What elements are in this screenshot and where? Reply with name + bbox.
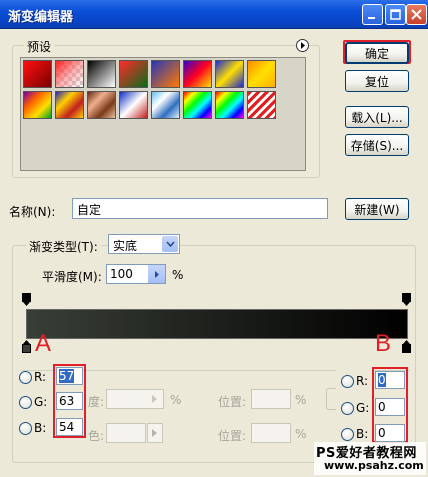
dropdown-arrow[interactable] — [162, 236, 178, 252]
gradient-type-label: 渐变类型(T): — [26, 238, 101, 255]
triangle-right-icon — [154, 270, 159, 278]
opacity-stop-icon — [22, 293, 31, 306]
watermark: PS爱好者教程网 www.psahz.com — [314, 442, 426, 475]
color-stop-icon — [22, 340, 31, 353]
b-label-right: B: — [356, 427, 369, 441]
r-radio-left[interactable] — [19, 371, 32, 384]
b-label-left: B: — [34, 421, 47, 435]
b-radio-right[interactable] — [341, 428, 354, 441]
r-value-right: 0 — [378, 373, 386, 387]
presets-menu-button[interactable] — [296, 39, 309, 52]
preset-swatch[interactable] — [215, 60, 244, 88]
minimize-icon — [368, 17, 375, 19]
opacity-location-percent: % — [295, 393, 307, 407]
name-input[interactable]: 自定 — [72, 198, 328, 219]
opacity-stop-right[interactable] — [402, 293, 412, 310]
color-stop-icon — [402, 340, 411, 353]
g-label-left: G: — [34, 395, 48, 409]
preset-swatch[interactable] — [55, 60, 84, 88]
triangle-right-icon — [301, 42, 305, 49]
opacity-percent: % — [170, 393, 182, 407]
preset-swatch[interactable] — [247, 91, 276, 119]
color-location-input — [251, 423, 291, 443]
maximize-button[interactable] — [385, 4, 406, 25]
g-radio-left[interactable] — [19, 396, 32, 409]
b-radio-left[interactable] — [19, 422, 32, 435]
triangle-right-icon — [152, 429, 157, 437]
b-input-right[interactable]: 0 — [375, 424, 405, 442]
r-label-right: R: — [356, 374, 369, 388]
new-button[interactable]: 新建(W) — [345, 198, 409, 220]
annotation-b: B — [375, 330, 392, 357]
close-icon — [411, 9, 422, 20]
maximize-icon — [390, 9, 401, 20]
color-location-label: 位置: — [218, 429, 247, 443]
opacity-stop-left[interactable] — [22, 293, 32, 310]
color-location-percent: % — [295, 427, 307, 441]
opacity-stop-icon — [402, 293, 411, 306]
reset-button[interactable]: 复位 — [345, 70, 409, 92]
opacity-input — [106, 389, 164, 409]
b-input-left[interactable]: 54 — [56, 418, 83, 436]
presets-panel — [20, 57, 306, 171]
annotation-a: A — [35, 330, 52, 357]
preset-swatch[interactable] — [55, 91, 84, 119]
smoothness-value: 100 — [110, 267, 133, 281]
load-button[interactable]: 载入(L)... — [345, 106, 409, 128]
chevron-down-icon — [165, 241, 175, 247]
preset-swatch[interactable] — [183, 60, 212, 88]
smoothness-input[interactable]: 100 — [106, 264, 166, 284]
save-button[interactable]: 存储(S)... — [345, 134, 409, 156]
preset-swatch[interactable] — [119, 91, 148, 119]
g-radio-right[interactable] — [341, 402, 354, 415]
watermark-url: www.psahz.com — [324, 459, 424, 472]
r-label-left: R: — [34, 370, 47, 384]
delete-button-partial — [326, 388, 336, 410]
color-label-partial: 色: — [88, 429, 105, 443]
g-input-left[interactable]: 63 — [56, 392, 83, 410]
color-swatch — [106, 423, 146, 443]
r-input-left[interactable]: 57 — [56, 367, 83, 385]
color-stop-left[interactable] — [22, 339, 32, 357]
opacity-location-label: 位置: — [218, 395, 247, 409]
presets-label: 预设 — [24, 38, 55, 55]
color-menu-button — [147, 423, 163, 443]
preset-swatch[interactable] — [247, 60, 276, 88]
preset-swatch[interactable] — [87, 91, 116, 119]
preset-swatch[interactable] — [119, 60, 148, 88]
preset-swatch[interactable] — [183, 91, 212, 119]
gradient-bar[interactable] — [26, 309, 408, 339]
title-bar: 渐变编辑器 — [0, 0, 428, 29]
name-label: 名称(N): — [9, 205, 56, 219]
ok-button[interactable]: 确定 — [345, 42, 409, 64]
opacity-location-input — [251, 389, 291, 409]
r-input-right[interactable]: 0 — [375, 371, 405, 389]
preset-swatch[interactable] — [215, 91, 244, 119]
minimize-button[interactable] — [362, 4, 383, 25]
close-button[interactable] — [406, 4, 427, 25]
preset-swatch[interactable] — [151, 60, 180, 88]
preset-swatch[interactable] — [87, 60, 116, 88]
g-label-right: G: — [356, 401, 370, 415]
r-value-left: 57 — [59, 369, 75, 383]
triangle-right-icon — [152, 395, 157, 403]
smoothness-slider-button[interactable] — [148, 265, 165, 283]
g-input-right[interactable]: 0 — [375, 398, 405, 416]
r-radio-right[interactable] — [341, 375, 354, 388]
color-stop-right[interactable] — [402, 339, 412, 357]
smoothness-percent: % — [172, 268, 184, 282]
opacity-label-partial: 度: — [88, 395, 105, 409]
smoothness-label: 平滑度(M): — [42, 270, 102, 284]
preset-swatch[interactable] — [151, 91, 180, 119]
preset-swatch[interactable] — [23, 60, 52, 88]
window-title: 渐变编辑器 — [8, 10, 74, 25]
gradient-type-select[interactable]: 实底 — [108, 234, 180, 254]
preset-swatch[interactable] — [23, 91, 52, 119]
gradient-type-value: 实底 — [113, 239, 138, 253]
